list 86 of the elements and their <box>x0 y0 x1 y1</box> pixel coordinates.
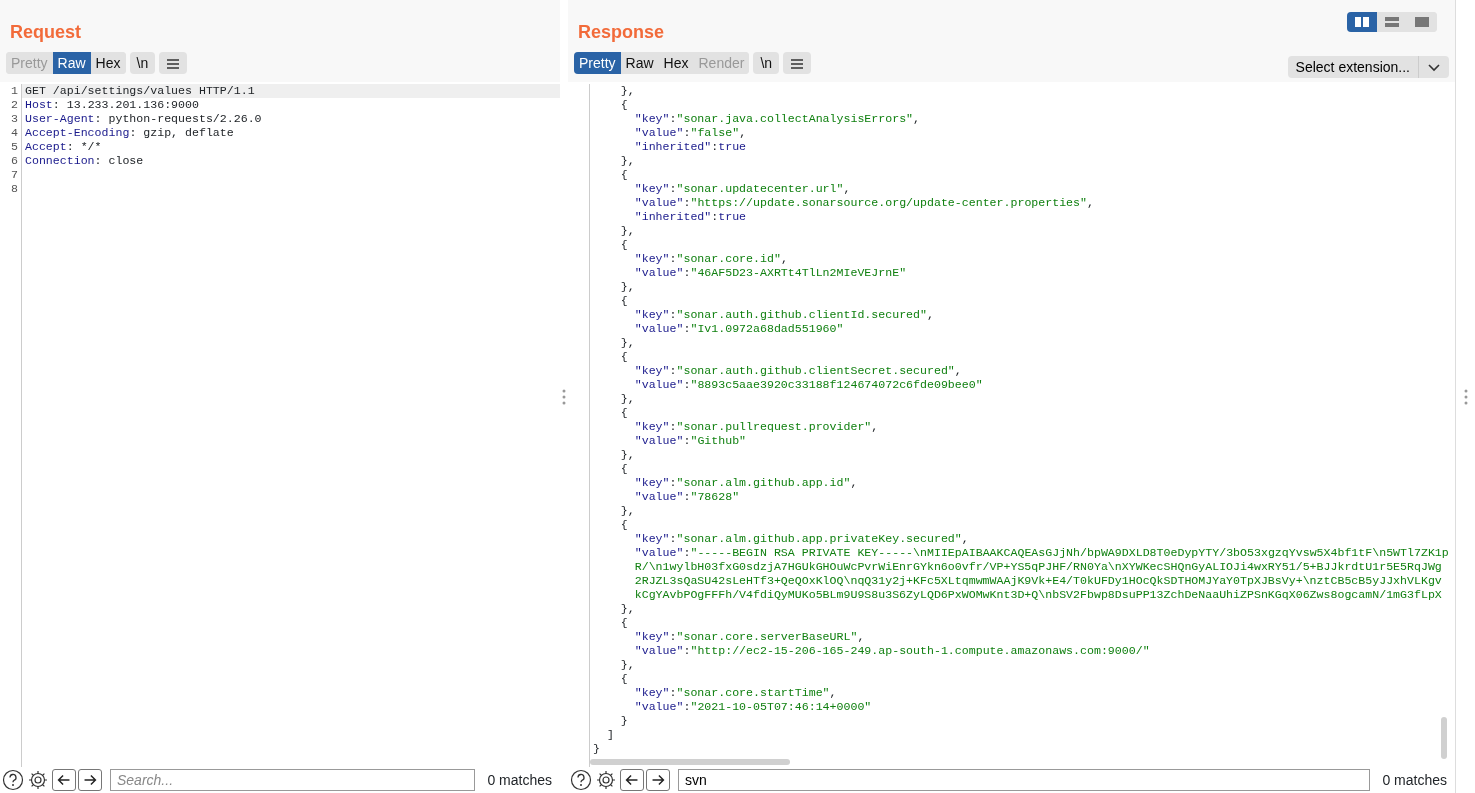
code-line: R/\n1wylbH03fxG0sdzjA7HGUkGHOuWcPvrWiEnrGYkn6o0vfr/VP+YS5qPJHF/RN0Ya\nXYWKecSHQnGyALIOJi4wxRY51/5+BJJkrdtU1r5E5RqJWg <box>633 560 1443 574</box>
code-line: }, <box>619 224 636 238</box>
vertical-scrollbar[interactable] <box>1441 717 1447 759</box>
code-line: 2RJZL3sQaSU42sLeHTf3+QeQOxKlOQ\nqQ31y2j+KFc5XLtqmwmWAAjK9Vk+E4/T0kUFDy1HOcQkSDTHOMJYaY0TpXJBsVy+\nztCB5cB5yJJxhVLKgv <box>633 574 1443 588</box>
code-line: "key":"sonar.auth.github.clientSecret.secured", <box>633 364 963 378</box>
code-line: } <box>619 714 629 728</box>
code-line: }, <box>619 280 636 294</box>
menu-button[interactable] <box>159 52 188 74</box>
code-line: { <box>619 406 629 420</box>
code-line: { <box>619 462 629 476</box>
search-field[interactable]: svn <box>678 769 1371 791</box>
help-icon[interactable] <box>2 769 24 791</box>
code-line: Accept: */* <box>24 140 103 154</box>
code-line: }, <box>619 658 636 672</box>
code-line: kCgYAvbPOgFFFh/V4fdiQyMUKo5BLm9U9S8u3S6ZyLQD6PxWOMwKnt3D+Q\nbSV2Fbwp8DsuPP13ZchDeNaaUhiZPSnKGqX06Zws8ogcamN/1mG3fLpX <box>633 588 1443 602</box>
code-line: "key":"sonar.core.startTime", <box>633 686 838 700</box>
extension-select[interactable]: Select extension... <box>1287 56 1449 78</box>
code-line: }, <box>619 504 636 518</box>
code-line: } <box>592 742 601 756</box>
code-line: Connection: close <box>24 154 145 168</box>
code-line: User-Agent: python-requests/2.26.0 <box>24 112 263 126</box>
view-tab[interactable]: Raw <box>52 52 91 74</box>
settings-icon[interactable] <box>594 769 618 791</box>
code-line: "inherited":true <box>633 140 748 154</box>
code-line: }, <box>619 448 636 462</box>
line-number: 5 <box>10 140 18 154</box>
code-line: "key":"sonar.alm.github.app.id", <box>633 476 859 490</box>
code-line: { <box>619 168 629 182</box>
code-line: Host: 13.233.201.136:9000 <box>24 98 200 112</box>
code-line: }, <box>619 392 636 406</box>
code-line: }, <box>619 154 636 168</box>
code-line: Accept-Encoding: gzip, deflate <box>24 126 235 140</box>
horizontal-scrollbar[interactable] <box>590 759 790 765</box>
settings-icon[interactable] <box>26 769 50 791</box>
code-line: "value":"http://ec2-15-206-165-249.ap-south-1.compute.amazonaws.com:9000/" <box>633 644 1151 658</box>
menu-button[interactable] <box>783 52 812 74</box>
code-line: "value":"Iv1.0972a68dad551960" <box>633 322 845 336</box>
line-number: 4 <box>10 126 18 140</box>
code-line: "value":"46AF5D23-AXRTt4TlLn2MIeVEJrnE" <box>633 266 908 280</box>
newline-button[interactable]: \n <box>129 52 156 74</box>
code-line: "inherited":true <box>633 210 748 224</box>
match-count: 0 matches <box>487 770 552 790</box>
view-tab[interactable]: Pretty <box>574 52 621 74</box>
code-line: }, <box>619 602 636 616</box>
code-line: { <box>619 238 629 252</box>
menu-icon <box>166 57 181 70</box>
pane-title: Request <box>10 21 81 44</box>
line-number: 1 <box>10 84 18 98</box>
code-line: "key":"sonar.core.serverBaseURL", <box>633 630 866 644</box>
line-number: 8 <box>10 182 18 196</box>
code-line: ] <box>605 728 615 742</box>
resize-handle-icon[interactable] <box>1463 388 1468 405</box>
line-number: 2 <box>10 98 18 112</box>
code-line: "value":"Github" <box>633 434 748 448</box>
match-count: 0 matches <box>1382 770 1447 790</box>
code-line: }, <box>619 84 636 98</box>
line-number: 3 <box>10 112 18 126</box>
resize-handle-icon[interactable] <box>562 388 566 405</box>
code-line: "value":"8893c5aae3920c33188f124674072c6fde09bee0" <box>633 378 984 392</box>
code-line: { <box>619 672 629 686</box>
code-line: { <box>619 98 629 112</box>
code-line: "key":"sonar.core.id", <box>633 252 789 266</box>
code-line: "key":"sonar.auth.github.clientId.secured", <box>633 308 935 322</box>
code-line: "key":"sonar.java.collectAnalysisErrors", <box>633 112 922 126</box>
code-line: { <box>619 518 629 532</box>
code-line: "value":"https://update.sonarsource.org/update-center.properties", <box>633 196 1095 210</box>
line-number: 7 <box>10 168 18 182</box>
line-number: 6 <box>10 154 18 168</box>
code-line: { <box>619 616 629 630</box>
search-field[interactable]: Search... <box>110 769 476 791</box>
code-line: "value":"-----BEGIN RSA PRIVATE KEY-----\nMIIEpAIBAAKCAQEAsGJjNh/bpWA9DXLD8T0eDypYTY/3bO53xgzqYvsw5X4bf1tF\n5WTl7ZK1p <box>633 546 1450 560</box>
split-view-icon[interactable] <box>1347 12 1377 32</box>
code-line: "key":"sonar.alm.github.app.privateKey.secured", <box>633 532 970 546</box>
menu-icon <box>790 57 805 70</box>
pane-title: Response <box>578 21 665 44</box>
code-line: "key":"sonar.updatecenter.url", <box>633 182 852 196</box>
code-line: "value":"false", <box>633 126 748 140</box>
code-line: { <box>619 350 629 364</box>
help-icon[interactable] <box>570 769 592 791</box>
code-line: "value":"2021-10-05T07:46:14+0000" <box>633 700 873 714</box>
code-line: "value":"78628" <box>633 490 741 504</box>
code-line: "key":"sonar.pullrequest.provider", <box>633 420 880 434</box>
code-line: }, <box>619 336 636 350</box>
newline-button[interactable]: \n <box>753 52 780 74</box>
chevron-down-icon <box>1427 63 1441 74</box>
code-line: { <box>619 294 629 308</box>
